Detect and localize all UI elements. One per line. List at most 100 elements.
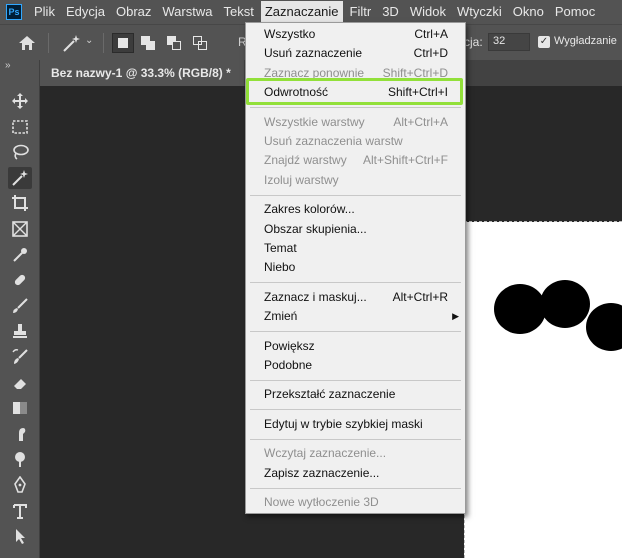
clone-stamp-tool-icon[interactable]: [8, 320, 32, 342]
menu-option-label: Edytuj w trybie szybkiej maski: [264, 416, 423, 431]
menu-option-label: Temat: [264, 241, 297, 255]
menu-item-filtr[interactable]: Filtr: [346, 1, 376, 23]
menu-option-label: Nowe wytłoczenie 3D: [264, 495, 379, 509]
smudge-tool-icon[interactable]: [8, 423, 32, 445]
menu-option-przekształć-zaznaczenie[interactable]: Przekształć zaznaczenie: [246, 385, 465, 404]
menu-option-label: Wczytaj zaznaczenie...: [264, 446, 387, 461]
menu-option-nowe-wytłoczenie-3d: Nowe wytłoczenie 3D: [246, 493, 465, 512]
tolerance-label: cja:: [464, 35, 483, 49]
menu-option-label: Zmień: [264, 309, 298, 324]
pen-tool-icon[interactable]: [8, 474, 32, 496]
menu-option-temat[interactable]: Temat: [246, 239, 465, 258]
menu-item-plik[interactable]: Plik: [30, 1, 59, 23]
menu-option-label: Wszystko: [264, 27, 316, 41]
menu-option-edytuj-w-trybie-szybkiej-maski[interactable]: Edytuj w trybie szybkiej maski: [246, 415, 465, 434]
gradient-tool-icon[interactable]: [8, 397, 32, 419]
menu-option-shortcut: Ctrl+D: [413, 46, 448, 61]
eyedropper-tool-icon[interactable]: [8, 244, 32, 266]
add-to-selection-mode-button[interactable]: [138, 33, 160, 53]
menu-item-3d[interactable]: 3D: [378, 1, 403, 23]
menu-option-usuń-zaznaczenie[interactable]: Usuń zaznaczenie Ctrl+D: [246, 44, 465, 63]
highlight-annotation: [246, 78, 463, 105]
menu-option-obszar-skupienia[interactable]: Obszar skupienia...: [246, 220, 465, 239]
submenu-arrow-icon: ▶: [452, 311, 459, 322]
path-selection-tool-icon[interactable]: [8, 525, 32, 547]
menu-item-zaznaczanie[interactable]: Zaznaczanie: [260, 1, 343, 23]
menu-option-label: Zaznacz i maskuj...: [264, 289, 367, 304]
menu-option-label: Usuń zaznaczenia warstw: [264, 134, 403, 148]
menu-option-shortcut: Ctrl+A: [414, 27, 448, 41]
menu-separator: [250, 331, 461, 333]
black-dot: [586, 303, 622, 351]
menu-option-wszystkie-warstwy: Wszystkie warstwy Alt+Ctrl+A: [246, 113, 465, 132]
menu-item-widok[interactable]: Widok: [406, 1, 450, 23]
menu-bar: Ps Plik Edycja Obraz Warstwa Tekst Zaznaczani…: [0, 0, 622, 24]
marquee-tool-icon[interactable]: [8, 116, 32, 138]
menu-option-powiększ[interactable]: Powiększ: [246, 337, 465, 356]
menu-separator: [250, 282, 461, 284]
menu-option-label: Usuń zaznaczenie: [264, 46, 363, 61]
menu-items: Plik Edycja Obraz Warstwa Tekst Zaznaczanie Fi…: [30, 1, 602, 23]
crop-tool-icon[interactable]: [8, 192, 32, 214]
photoshop-logo-icon: Ps: [6, 4, 22, 20]
tools-panel: »: [0, 60, 40, 558]
menu-separator: [250, 438, 461, 440]
menu-option-usuń-zaznaczenia-warstw: Usuń zaznaczenia warstw: [246, 132, 465, 151]
document-tab[interactable]: Bez nazwy-1 @ 33.3% (RGB/8) *: [40, 60, 244, 86]
menu-item-pomoc[interactable]: Pomoc: [551, 1, 599, 23]
history-brush-tool-icon[interactable]: [8, 346, 32, 368]
tolerance-input[interactable]: 32: [488, 33, 530, 51]
menu-option-zaznacz-i-maskuj[interactable]: Zaznacz i maskuj... Alt+Ctrl+R: [246, 288, 465, 307]
menu-option-shortcut: Alt+Ctrl+R: [392, 289, 448, 304]
eraser-tool-icon[interactable]: [8, 372, 32, 394]
menu-option-podobne[interactable]: Podobne: [246, 356, 465, 375]
home-icon[interactable]: [18, 34, 36, 52]
black-dot: [494, 284, 546, 334]
menu-item-obraz[interactable]: Obraz: [112, 1, 155, 23]
divider: [48, 33, 49, 53]
menu-option-label: Izoluj warstwy: [264, 172, 339, 187]
menu-option-label: Przekształć zaznaczenie: [264, 387, 396, 402]
menu-option-label: Znajdź warstwy: [264, 153, 347, 168]
menu-separator: [250, 107, 461, 109]
menu-option-shortcut: Alt+Ctrl+A: [393, 114, 448, 129]
chevron-down-icon[interactable]: ⌄: [85, 35, 93, 46]
magic-wand-tool-icon[interactable]: [8, 166, 32, 189]
menu-separator: [250, 409, 461, 411]
menu-item-edycja[interactable]: Edycja: [62, 1, 109, 23]
menu-option-zapisz-zaznaczenie[interactable]: Zapisz zaznaczenie...: [246, 464, 465, 483]
select-menu-dropdown: Wszystko Ctrl+A Usuń zaznaczenie Ctrl+D Zazn…: [245, 22, 466, 514]
menu-option-wszystko[interactable]: Wszystko Ctrl+A: [246, 25, 465, 44]
menu-option-izoluj-warstwy: Izoluj warstwy: [246, 171, 465, 190]
menu-option-label: Niebo: [264, 260, 296, 275]
menu-option-label: Powiększ: [264, 338, 315, 353]
document-canvas[interactable]: [464, 222, 622, 558]
new-selection-mode-button[interactable]: [112, 33, 134, 53]
lasso-tool-icon[interactable]: [8, 141, 32, 163]
collapse-panel-icon[interactable]: »: [5, 60, 11, 71]
menu-option-zmień[interactable]: Zmień ▶: [246, 307, 465, 326]
menu-item-okno[interactable]: Okno: [509, 1, 548, 23]
black-dot: [540, 280, 590, 328]
menu-option-wczytaj-zaznaczenie: Wczytaj zaznaczenie...: [246, 444, 465, 463]
move-tool-icon[interactable]: [8, 90, 32, 112]
menu-option-label: Podobne: [264, 358, 313, 372]
healing-brush-tool-icon[interactable]: [8, 269, 32, 291]
antialias-checkbox[interactable]: ✓: [538, 36, 550, 48]
menu-option-niebo[interactable]: Niebo: [246, 258, 465, 277]
menu-option-label: Wszystkie warstwy: [264, 114, 365, 129]
antialias-label: Wygładzanie: [554, 35, 617, 47]
menu-item-warstwa[interactable]: Warstwa: [158, 1, 216, 23]
dodge-tool-icon[interactable]: [8, 448, 32, 470]
menu-item-tekst[interactable]: Tekst: [219, 1, 257, 23]
magic-wand-preset-icon[interactable]: [60, 32, 82, 54]
menu-option-label: Zakres kolorów...: [264, 202, 355, 217]
frame-tool-icon[interactable]: [8, 218, 32, 240]
menu-option-zakres-kolorów[interactable]: Zakres kolorów...: [246, 200, 465, 219]
menu-item-wtyczki[interactable]: Wtyczki: [453, 1, 506, 23]
subtract-from-selection-mode-button[interactable]: [164, 33, 186, 53]
menu-option-label: Zapisz zaznaczenie...: [264, 465, 380, 480]
type-tool-icon[interactable]: [8, 500, 32, 522]
intersect-selection-mode-button[interactable]: [190, 33, 212, 53]
brush-tool-icon[interactable]: [8, 295, 32, 317]
